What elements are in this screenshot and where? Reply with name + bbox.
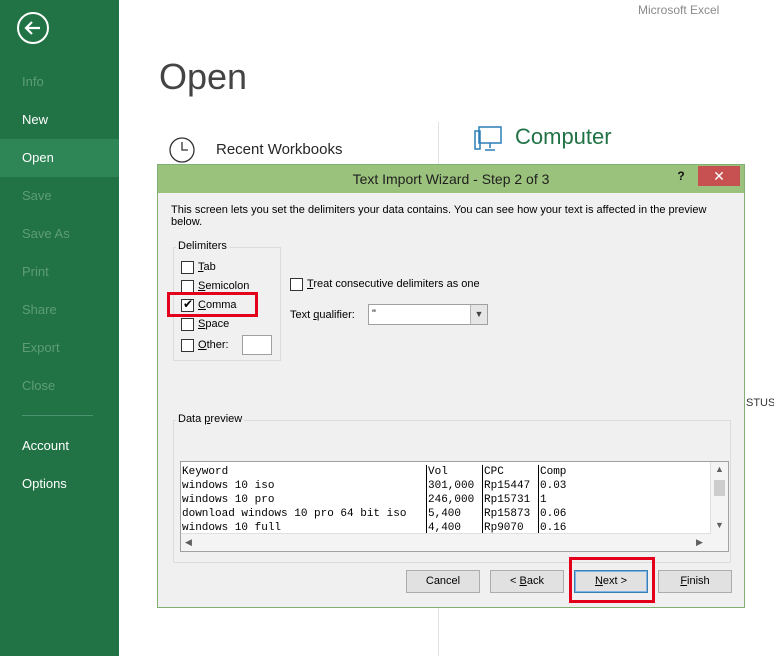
nav-open[interactable]: Open [0, 139, 119, 177]
preview-row: windows 10 iso 301,000 Rp15447 0.03 [181, 479, 580, 493]
nav-new[interactable]: New [0, 101, 119, 139]
back-arrow-icon [24, 21, 40, 35]
delimiters-group-label: Delimiters [176, 240, 229, 252]
data-preview-grid[interactable]: Keyword Vol CPC Comp windows 10 iso 301,… [180, 461, 729, 552]
preview-cell: 1 [538, 493, 580, 507]
nav-share[interactable]: Share [0, 291, 119, 329]
preview-horizontal-scrollbar[interactable]: ◀ ▶ [181, 533, 711, 551]
preview-cell: windows 10 iso [182, 480, 275, 492]
preview-cell: Rp15873 [482, 507, 539, 521]
nav-close[interactable]: Close [0, 367, 119, 405]
preview-header-cell: Vol [426, 465, 483, 479]
dialog-title: Text Import Wizard - Step 2 of 3 [352, 171, 550, 187]
scroll-right-icon[interactable]: ▶ [696, 537, 703, 548]
scroll-thumb[interactable] [714, 480, 725, 496]
preview-cell: download windows 10 pro 64 bit iso [182, 508, 407, 520]
preview-header-cell: Comp [538, 465, 580, 479]
preview-vertical-scrollbar[interactable]: ▲ ▼ [710, 462, 728, 551]
scroll-left-icon[interactable]: ◀ [185, 537, 192, 548]
semicolon-label[interactable]: Semicolon [198, 280, 249, 292]
preview-header-cell: Keyword [182, 466, 229, 478]
data-preview-label: Data preview [176, 413, 245, 425]
nav-save-as[interactable]: Save As [0, 215, 119, 253]
space-checkbox[interactable] [181, 318, 194, 331]
comma-highlight-box [167, 292, 258, 317]
tab-label[interactable]: Tab [198, 261, 216, 273]
preview-cell: Rp15447 [482, 479, 539, 493]
consecutive-delimiters-checkbox[interactable] [290, 278, 303, 291]
close-icon: ✕ [713, 168, 725, 184]
tab-checkbox[interactable] [181, 261, 194, 274]
nav-print[interactable]: Print [0, 253, 119, 291]
back-step-button[interactable]: < Back [490, 570, 564, 593]
nav-info[interactable]: Info [0, 63, 119, 101]
text-qualifier-value: " [372, 308, 376, 320]
preview-cell: 5,400 [426, 507, 483, 521]
preview-header-cell: CPC [482, 465, 539, 479]
other-checkbox[interactable] [181, 339, 194, 352]
finish-button[interactable]: Finish [658, 570, 732, 593]
preview-cell: 246,000 [426, 493, 483, 507]
nav-options[interactable]: Options [0, 465, 119, 503]
preview-cell: 0.03 [538, 479, 580, 493]
preview-table: Keyword Vol CPC Comp windows 10 iso 301,… [181, 465, 580, 535]
text-import-wizard-dialog: Text Import Wizard - Step 2 of 3 ? ✕ Thi… [157, 164, 745, 608]
nav-divider [22, 415, 93, 416]
recent-workbooks-link[interactable]: Recent Workbooks [216, 141, 342, 158]
help-button[interactable]: ? [674, 169, 688, 183]
chevron-down-icon[interactable]: ▼ [470, 305, 487, 324]
dialog-title-bar[interactable]: Text Import Wizard - Step 2 of 3 ? ✕ [158, 165, 744, 193]
consecutive-delimiters-label[interactable]: Treat consecutive delimiters as one [307, 278, 480, 290]
space-label[interactable]: Space [198, 318, 229, 330]
background-text-fragment: STUS [746, 397, 774, 409]
other-delimiter-input[interactable] [242, 335, 272, 355]
back-button[interactable] [17, 12, 49, 44]
clock-icon [169, 137, 195, 163]
preview-header-row: Keyword Vol CPC Comp [181, 465, 580, 479]
other-label[interactable]: Other: [198, 339, 229, 351]
text-qualifier-label: Text qualifier: [290, 309, 355, 321]
scroll-up-icon[interactable]: ▲ [715, 464, 724, 474]
preview-row: download windows 10 pro 64 bit iso 5,400… [181, 507, 580, 521]
app-title: Microsoft Excel [638, 3, 720, 17]
preview-cell: 0.06 [538, 507, 580, 521]
backstage-sidebar: Info New Open Save Save As Print Share E… [0, 0, 119, 656]
close-button[interactable]: ✕ [698, 166, 740, 186]
preview-cell: 301,000 [426, 479, 483, 493]
computer-icon [474, 126, 502, 151]
nav-export[interactable]: Export [0, 329, 119, 367]
computer-location[interactable]: Computer [515, 124, 612, 150]
nav-account[interactable]: Account [0, 427, 119, 465]
preview-cell: windows 10 pro [182, 494, 275, 506]
preview-cell: Rp15731 [482, 493, 539, 507]
next-highlight-box [569, 557, 655, 603]
scroll-down-icon[interactable]: ▼ [715, 520, 724, 530]
nav-save[interactable]: Save [0, 177, 119, 215]
cancel-button[interactable]: Cancel [406, 570, 480, 593]
dialog-description: This screen lets you set the delimiters … [171, 204, 707, 228]
text-qualifier-select[interactable]: " ▼ [368, 304, 488, 325]
page-title: Open [159, 56, 248, 97]
preview-row: windows 10 pro 246,000 Rp15731 1 [181, 493, 580, 507]
